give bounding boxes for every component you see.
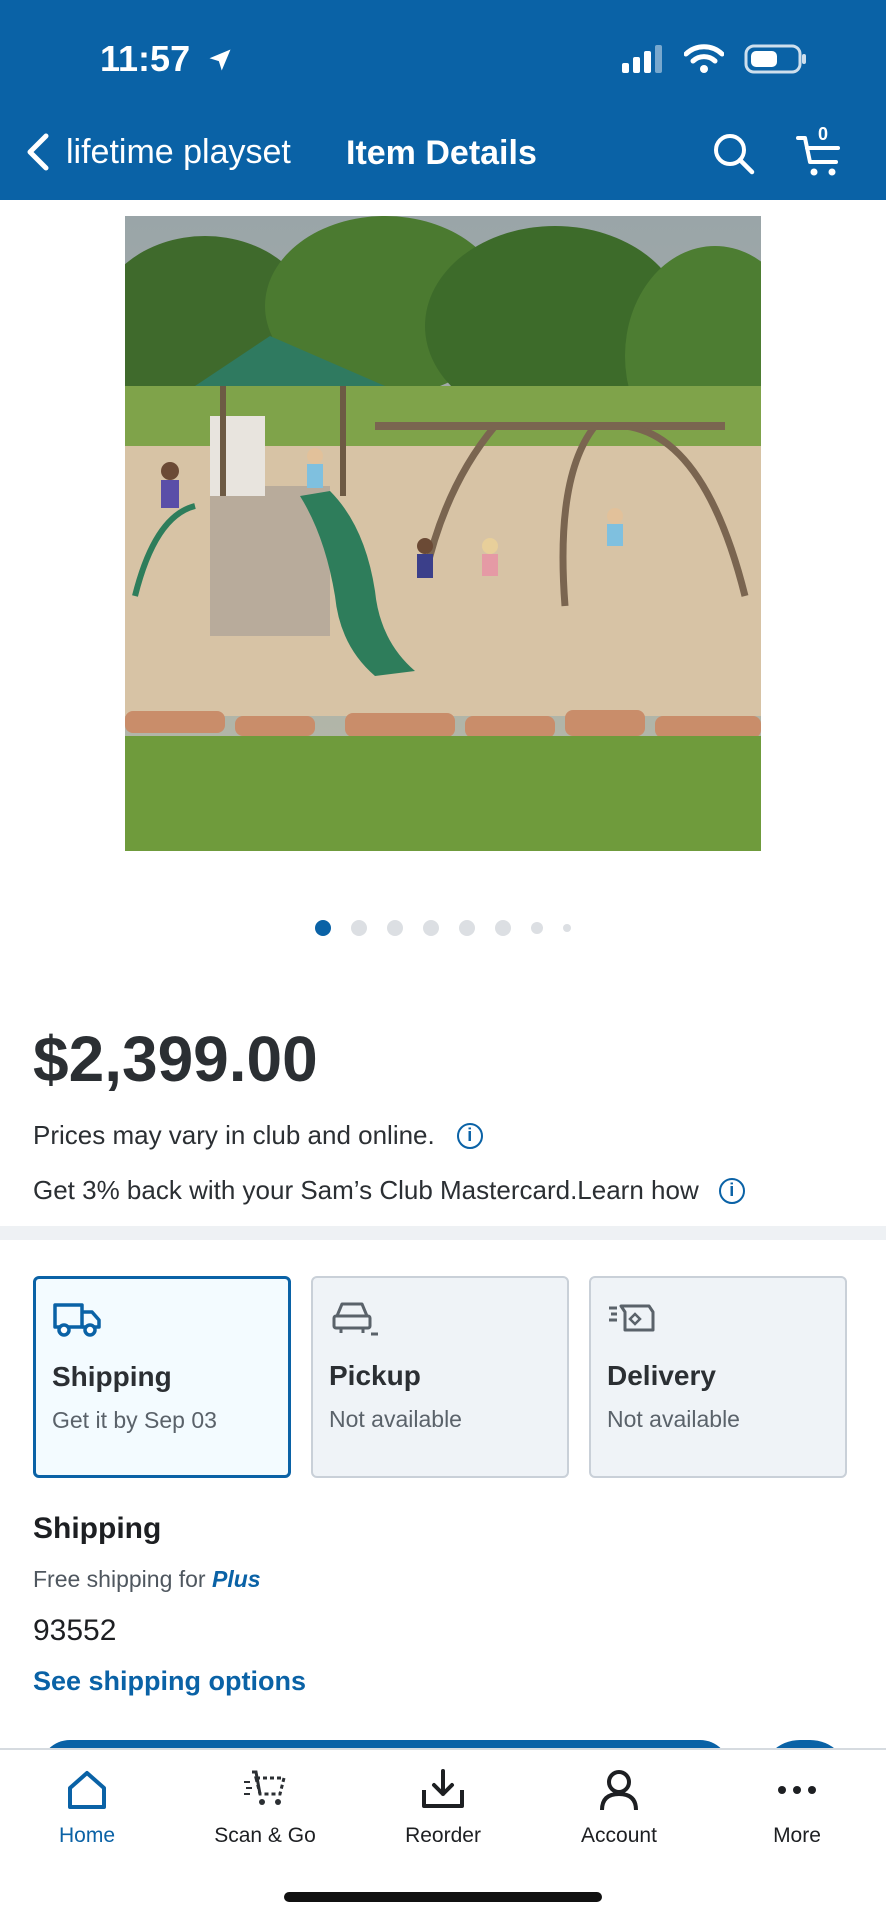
card-title: Delivery bbox=[607, 1360, 716, 1391]
zip-code[interactable]: 93552 bbox=[33, 1614, 116, 1648]
image-carousel-dots[interactable] bbox=[0, 920, 886, 936]
wifi-icon bbox=[684, 44, 724, 73]
signal-icon bbox=[622, 45, 662, 73]
learn-how-link[interactable]: Learn how bbox=[577, 1175, 698, 1205]
carousel-dot[interactable] bbox=[351, 920, 367, 936]
home-indicator[interactable] bbox=[284, 1892, 602, 1902]
battery-icon bbox=[744, 44, 806, 74]
info-icon[interactable]: i bbox=[718, 1177, 745, 1204]
cart-count: 0 bbox=[818, 124, 829, 144]
header: 11:57 lifetime playset Item Details 0 bbox=[0, 0, 886, 200]
status-indicators bbox=[620, 44, 808, 74]
shipping-heading: Shipping bbox=[33, 1512, 162, 1545]
tab-label: Scan & Go bbox=[214, 1824, 316, 1847]
tab-scan-go[interactable]: Scan & Go bbox=[180, 1768, 350, 1848]
tab-home[interactable]: Home bbox=[2, 1768, 172, 1848]
free-shipping-note: Free shipping for Plus bbox=[33, 1566, 261, 1592]
carousel-dot[interactable] bbox=[315, 920, 331, 936]
fulfillment-card-pickup[interactable]: Pickup Not available bbox=[311, 1276, 569, 1478]
carousel-dot[interactable] bbox=[423, 920, 439, 936]
search-button[interactable] bbox=[712, 132, 756, 181]
reorder-icon bbox=[422, 1769, 464, 1808]
product-image[interactable] bbox=[125, 216, 761, 851]
carousel-dot[interactable] bbox=[459, 920, 475, 936]
tab-account[interactable]: Account bbox=[534, 1768, 704, 1848]
card-subtitle: Not available bbox=[607, 1406, 740, 1432]
tab-reorder[interactable]: Reorder bbox=[358, 1768, 528, 1848]
status-time: 11:57 bbox=[100, 38, 234, 80]
price-note-text: Prices may vary in club and online. bbox=[33, 1120, 435, 1150]
status-time-text: 11:57 bbox=[100, 38, 191, 79]
back-label: lifetime playset bbox=[66, 132, 291, 171]
tab-more[interactable]: More bbox=[712, 1768, 882, 1848]
fulfillment-card-shipping[interactable]: Shipping Get it by Sep 03 bbox=[33, 1276, 291, 1478]
more-icon bbox=[778, 1786, 816, 1794]
account-icon bbox=[600, 1770, 638, 1811]
scan-cart-icon bbox=[244, 1770, 286, 1805]
car-icon bbox=[332, 1302, 378, 1336]
cashback-offer: Get 3% back with your Sam’s Club Masterc… bbox=[33, 1175, 745, 1206]
tab-label: Account bbox=[581, 1824, 657, 1847]
cashback-text: Get 3% back with your Sam’s Club Masterc… bbox=[33, 1175, 699, 1205]
tab-label: Reorder bbox=[405, 1824, 481, 1847]
search-icon bbox=[714, 134, 755, 175]
card-title: Shipping bbox=[52, 1361, 172, 1392]
card-subtitle: Not available bbox=[329, 1406, 462, 1432]
info-icon[interactable]: i bbox=[456, 1122, 483, 1149]
chevron-left-icon bbox=[27, 133, 49, 171]
carousel-dot[interactable] bbox=[495, 920, 511, 936]
card-title: Pickup bbox=[329, 1360, 421, 1391]
playset-photo bbox=[125, 216, 761, 851]
fulfillment-options: Shipping Get it by Sep 03 Pickup Not ava… bbox=[33, 1276, 847, 1478]
home-icon bbox=[68, 1771, 106, 1809]
price-note: Prices may vary in club and online. i bbox=[33, 1120, 483, 1151]
carousel-dot[interactable] bbox=[531, 922, 543, 934]
product-price: $2,399.00 bbox=[33, 1023, 318, 1095]
card-subtitle: Get it by Sep 03 bbox=[52, 1407, 217, 1433]
delivery-box-icon bbox=[609, 1304, 655, 1332]
tab-label: More bbox=[773, 1824, 821, 1847]
page-title: Item Details bbox=[346, 134, 537, 172]
see-shipping-options-link[interactable]: See shipping options bbox=[33, 1666, 306, 1697]
carousel-dot[interactable] bbox=[387, 920, 403, 936]
back-button[interactable]: lifetime playset bbox=[24, 132, 291, 172]
cart-button[interactable]: 0 bbox=[796, 124, 844, 183]
carousel-dot[interactable] bbox=[563, 924, 571, 932]
location-arrow-icon bbox=[209, 49, 231, 71]
plus-badge: Plus bbox=[211, 1566, 261, 1592]
section-divider bbox=[0, 1226, 886, 1240]
tab-label: Home bbox=[58, 1824, 116, 1847]
truck-icon bbox=[53, 1303, 101, 1337]
fulfillment-card-delivery[interactable]: Delivery Not available bbox=[589, 1276, 847, 1478]
